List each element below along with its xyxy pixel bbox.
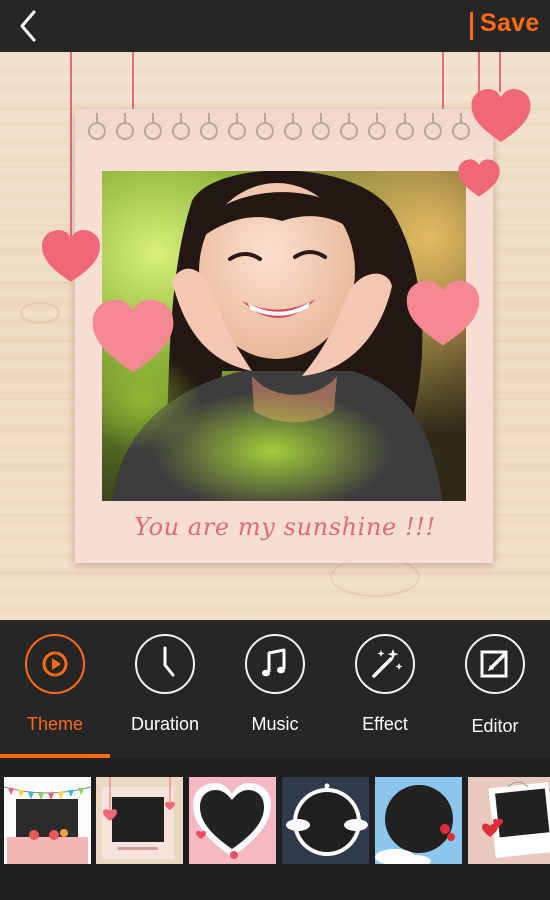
music-note-icon [245,634,305,694]
theme-thumbnail-strip[interactable] [0,758,550,900]
theme-thumbnail[interactable] [189,777,276,864]
night-cloud-theme-icon [282,777,369,864]
tab-music-label: Music [251,714,299,734]
tab-effect-label: Effect [362,714,408,734]
tab-editor-label: Editor [471,716,519,736]
tab-theme-label: Theme [26,714,84,734]
theme-thumbnail[interactable] [375,777,462,864]
play-circle-icon [25,634,85,694]
bottom-toolbar: Theme Duration Music Effect Editor [0,620,550,758]
polaroid-hearts-theme-icon [468,777,550,864]
save-button[interactable]: Save [480,9,540,38]
ring-row-icon [88,113,470,140]
slideshow-editor-screen: Save You are my sunshine !!! Theme Durat… [0,0,550,900]
heart-decoration [471,89,531,142]
top-bar: Save [0,0,550,52]
tab-duration[interactable]: Duration [110,634,220,744]
theme-thumbnail[interactable] [468,777,550,864]
pink-heart-theme-icon [189,777,276,864]
tab-theme[interactable]: Theme [0,634,110,744]
save-divider [470,12,473,40]
chevron-left-icon [20,10,36,42]
edit-icon [465,634,525,694]
heart-decoration [92,299,174,373]
heart-decoration [458,159,500,197]
hanging-string [70,52,72,237]
tab-effect[interactable]: Effect [330,634,440,744]
theme-thumbnail[interactable] [282,777,369,864]
notebook-rings [75,109,493,141]
heart-decoration [406,280,480,346]
hanging-hearts-theme-icon [96,777,183,864]
hanging-string [499,52,501,92]
preview-canvas[interactable]: You are my sunshine !!! [0,52,550,620]
tab-duration-label: Duration [130,714,200,734]
clock-icon [135,634,195,694]
back-button[interactable] [10,6,50,46]
tab-editor[interactable]: Editor [440,634,550,744]
wood-knot [20,302,60,324]
photo-caption: You are my sunshine !!! [134,513,436,541]
theme-thumbnail[interactable] [4,777,91,864]
tab-music[interactable]: Music [220,634,330,744]
bunting-theme-icon [4,777,91,864]
heart-decoration [42,230,100,282]
theme-thumbnail[interactable] [96,777,183,864]
magic-wand-icon [355,634,415,694]
wood-knot [330,557,420,597]
blue-sky-theme-icon [375,777,462,864]
